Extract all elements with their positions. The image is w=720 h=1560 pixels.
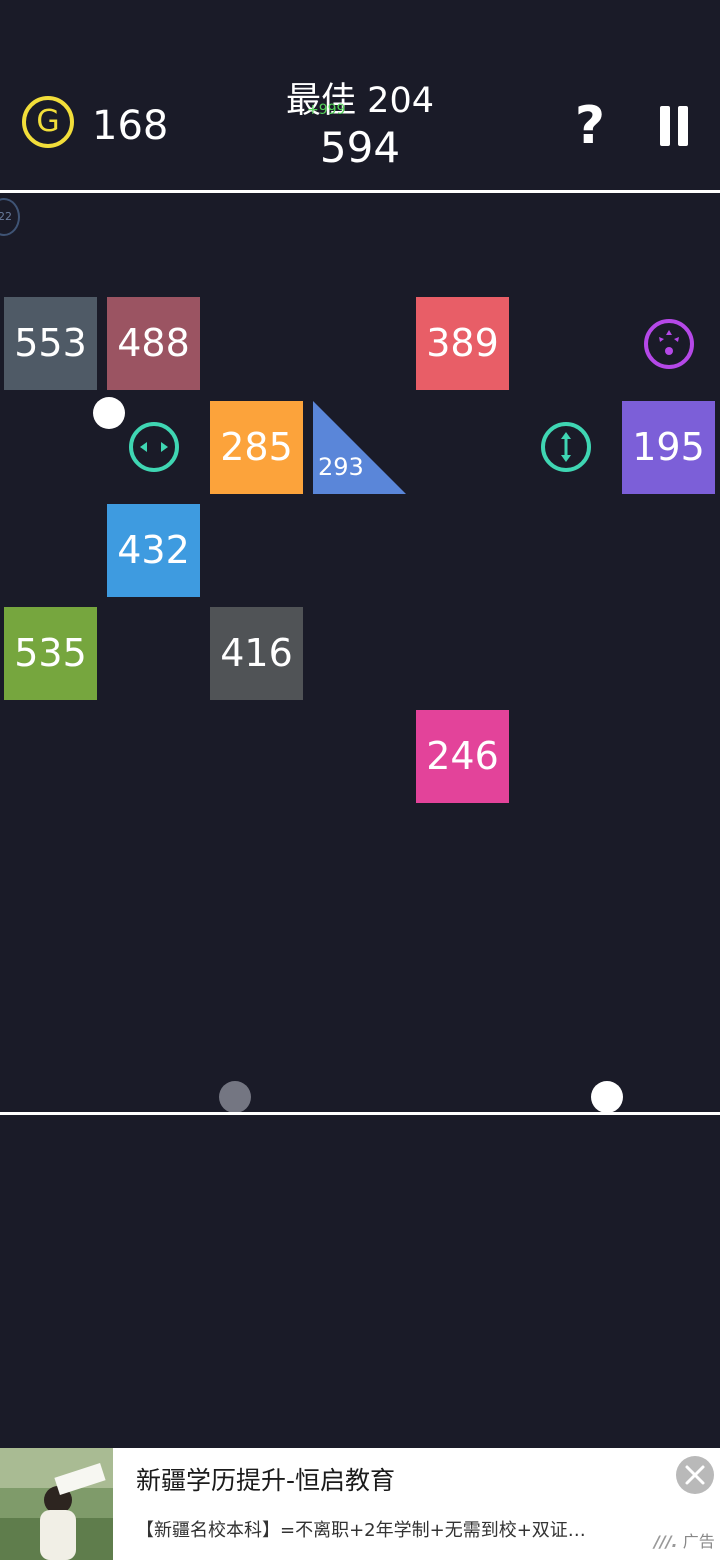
help-button[interactable]: ? — [570, 96, 610, 156]
bottom-boundary-line — [0, 1112, 720, 1115]
horizontal-laser-icon — [128, 421, 180, 473]
ad-label: ///. 广告 — [654, 1532, 715, 1551]
ball-launcher[interactable] — [591, 1081, 623, 1113]
best-score: 最佳 +999 204 — [200, 78, 520, 124]
ball-launcher-marker — [219, 1081, 251, 1113]
block: 488 — [107, 297, 200, 390]
close-icon — [685, 1465, 705, 1485]
best-value: 204 — [367, 81, 434, 121]
block: 285 — [210, 401, 303, 494]
block: 535 — [4, 607, 97, 700]
pause-button[interactable] — [660, 106, 690, 146]
block: 246 — [416, 710, 509, 803]
ad-banner[interactable]: 新疆学历提升-恒启教育 【新疆名校本科】=不离职+2年学制+无需到校+双证… /… — [0, 1448, 720, 1560]
ad-close-button[interactable] — [676, 1456, 714, 1494]
triangle-block-value: 293 — [318, 453, 364, 481]
coin-count: 168 — [92, 103, 169, 149]
ball — [93, 397, 125, 429]
current-score: 594 — [319, 123, 401, 172]
best-label: 最佳 +999 — [286, 81, 367, 121]
block: 195 — [622, 401, 715, 494]
pause-bar-left — [660, 106, 670, 146]
ad-image[interactable] — [0, 1448, 113, 1560]
ball-count-badge: 22 — [0, 198, 20, 236]
top-boundary-line — [0, 190, 720, 193]
block: 432 — [107, 504, 200, 597]
ad-logo-icon: ///. — [654, 1532, 678, 1551]
coin-icon: G — [22, 96, 74, 148]
scatter-icon — [643, 318, 695, 370]
block: 553 — [4, 297, 97, 390]
block: 389 — [416, 297, 509, 390]
pause-bar-right — [678, 106, 688, 146]
ad-description[interactable]: 【新疆名校本科】=不离职+2年学制+无需到校+双证… — [136, 1518, 616, 1544]
vertical-laser-icon — [540, 421, 592, 473]
block: 416 — [210, 607, 303, 700]
ad-title[interactable]: 新疆学历提升-恒启教育 — [136, 1464, 395, 1498]
